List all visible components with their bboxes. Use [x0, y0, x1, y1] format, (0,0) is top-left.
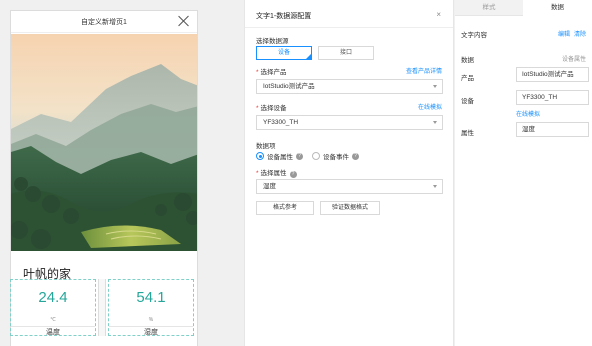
data-type-value: 设备属性	[561, 57, 586, 63]
data-item-radios: 设备属性 ? 设备事件 ?	[256, 151, 359, 161]
tab-data[interactable]: 数据	[523, 0, 592, 16]
format-reference-button[interactable]: 格式参考	[256, 201, 314, 215]
edit-link[interactable]: 编辑	[558, 29, 570, 38]
source-device-button[interactable]: 设备	[256, 46, 312, 60]
metric-label: 湿度	[109, 326, 193, 337]
attribute-select-value: 湿度	[263, 183, 276, 190]
product-field[interactable]: IotStudio测试产品	[516, 67, 589, 82]
required-mark: *	[256, 170, 259, 177]
landscape-image	[11, 34, 197, 251]
metric-unit: %	[148, 317, 154, 323]
text-content-label: 文字内容	[461, 32, 487, 39]
data-item-label: 数据项	[256, 143, 276, 150]
device-simulate-link[interactable]: 在线模拟	[418, 102, 442, 111]
device-label: 设备	[461, 98, 474, 105]
product-label: 产品	[461, 75, 474, 82]
help-icon[interactable]: ?	[289, 171, 297, 178]
device-label-text: 选择设备	[260, 105, 287, 112]
metric-value: 24.4	[38, 289, 68, 306]
product-select-value: IotStudio测试产品	[263, 83, 315, 90]
metric-card-humidity[interactable]: 54.1 % 湿度	[108, 279, 194, 336]
config-title: 文字1-数据源配置	[256, 13, 312, 20]
attr-label: * 选择属性?	[256, 167, 297, 178]
radio-device-event[interactable]	[312, 152, 320, 160]
product-select[interactable]: IotStudio测试产品	[256, 79, 443, 94]
radio-device-property-label: 设备属性	[267, 154, 293, 161]
metric-label: 温度	[11, 326, 95, 337]
source-api-button[interactable]: 接口	[318, 46, 374, 60]
attr-label-text: 选择属性	[260, 170, 287, 177]
data-label: 数据	[461, 57, 474, 64]
radio-device-event-label: 设备事件	[323, 154, 349, 161]
attribute-label: 属性	[461, 130, 474, 137]
divider	[245, 27, 453, 28]
metric-value: 54.1	[136, 289, 166, 306]
product-label-text: 选择产品	[260, 69, 287, 76]
clear-link[interactable]: 清除	[574, 29, 586, 38]
property-panel: 样式 数据 文字内容 编辑 清除 数据 设备属性 产品 IotStudio测试产…	[455, 0, 592, 346]
help-icon[interactable]: ?	[352, 152, 359, 160]
chevron-down-icon	[433, 85, 437, 88]
required-mark: *	[256, 69, 259, 76]
metric-card-temperature[interactable]: 24.4 ℃ 温度	[10, 279, 96, 336]
source-label: 选择数据源	[256, 38, 289, 45]
device-field[interactable]: YF3300_TH	[516, 90, 589, 105]
device-label: * 选择设备	[256, 102, 287, 112]
attribute-field[interactable]: 湿度	[516, 122, 589, 137]
required-mark: *	[256, 105, 259, 112]
device-select[interactable]: YF3300_TH	[256, 115, 443, 130]
help-icon[interactable]: ?	[296, 152, 303, 160]
chevron-down-icon	[433, 185, 437, 188]
product-detail-link[interactable]: 查看产品详情	[406, 66, 442, 75]
datasource-config-panel: 文字1-数据源配置 × 选择数据源 设备 接口 * 选择产品 查看产品详情 Iot…	[244, 0, 454, 346]
preview-header: 自定义新增页1	[11, 11, 197, 33]
verify-format-button[interactable]: 验证数据格式	[320, 201, 380, 215]
tab-style[interactable]: 样式	[455, 0, 523, 16]
device-select-value: YF3300_TH	[263, 119, 299, 126]
metric-divider	[98, 279, 106, 336]
preview-title: 自定义新增页1	[81, 18, 127, 26]
radio-device-property[interactable]	[256, 152, 264, 160]
close-icon[interactable]	[178, 15, 190, 27]
attribute-select[interactable]: 湿度	[256, 179, 443, 194]
product-label: * 选择产品	[256, 66, 287, 76]
close-icon[interactable]: ×	[436, 10, 441, 19]
simulate-link[interactable]: 在线模拟	[516, 109, 540, 118]
metric-unit: ℃	[50, 317, 56, 323]
chevron-down-icon	[433, 121, 437, 124]
